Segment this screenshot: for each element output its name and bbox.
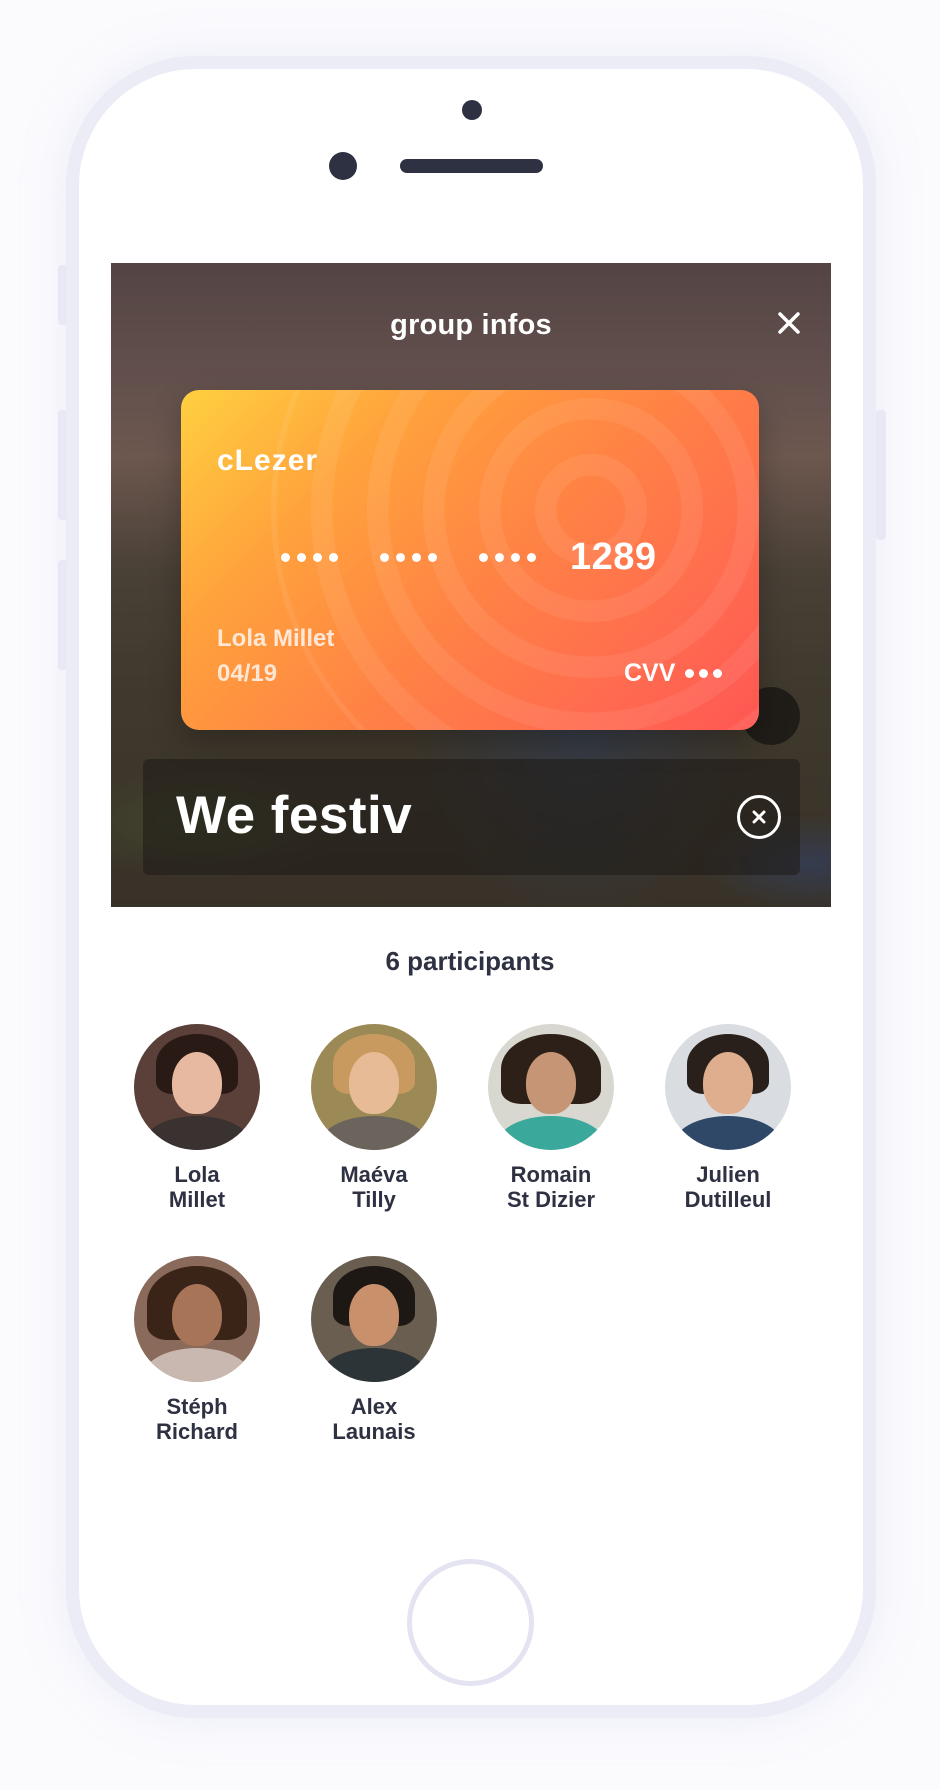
card-holder-name: Lola Millet xyxy=(217,625,335,652)
participant-item[interactable]: Lola Millet xyxy=(107,1024,287,1212)
cvv-masked xyxy=(685,669,723,678)
front-camera xyxy=(329,152,357,180)
participant-name: Julien Dutilleul xyxy=(684,1162,772,1212)
participant-name: Lola Millet xyxy=(168,1162,226,1212)
stage: group infos We festiv cLezer 1289 Lola M… xyxy=(0,0,940,1790)
masked-digits-1 xyxy=(281,553,338,562)
clear-circle-icon xyxy=(752,810,766,824)
close-icon xyxy=(778,312,800,334)
participant-item[interactable]: Stéph Richard xyxy=(107,1256,287,1444)
participant-item[interactable]: Romain St Dizier xyxy=(461,1024,641,1212)
avatar xyxy=(665,1024,791,1150)
participant-name: Romain St Dizier xyxy=(506,1162,596,1212)
page-title: group infos xyxy=(390,309,552,341)
payment-card[interactable]: cLezer 1289 Lola Millet 04/19 CVV xyxy=(181,390,759,730)
card-last-digits: 1289 xyxy=(570,536,657,578)
cvv-label: CVV xyxy=(624,659,676,687)
avatar xyxy=(311,1024,437,1150)
group-name-field[interactable]: We festiv xyxy=(143,759,800,875)
group-name-input[interactable]: We festiv xyxy=(176,785,412,846)
masked-digits-3 xyxy=(479,553,536,562)
avatar xyxy=(311,1256,437,1382)
participants-count: 6 participants xyxy=(385,946,555,976)
participant-name: Alex Launais xyxy=(332,1394,416,1444)
participant-name: Maéva Tilly xyxy=(340,1162,408,1212)
participant-item[interactable]: Julien Dutilleul xyxy=(638,1024,818,1212)
close-button[interactable] xyxy=(771,305,807,341)
clear-button[interactable] xyxy=(737,795,781,839)
masked-digits-2 xyxy=(380,553,437,562)
avatar xyxy=(134,1024,260,1150)
power-button xyxy=(876,410,886,540)
earpiece-speaker xyxy=(400,159,543,173)
avatar xyxy=(488,1024,614,1150)
participant-name: Stéph Richard xyxy=(156,1394,238,1444)
card-number: 1289 xyxy=(281,536,657,579)
avatar xyxy=(134,1256,260,1382)
card-expiry: 04/19 xyxy=(217,660,278,687)
card-cvv: CVV xyxy=(624,659,723,688)
participant-item[interactable]: Maéva Tilly xyxy=(284,1024,464,1212)
participant-item[interactable]: Alex Launais xyxy=(284,1256,464,1444)
proximity-sensor xyxy=(462,100,482,120)
home-button[interactable] xyxy=(407,1559,534,1686)
card-brand-logo: cLezer xyxy=(217,444,319,477)
